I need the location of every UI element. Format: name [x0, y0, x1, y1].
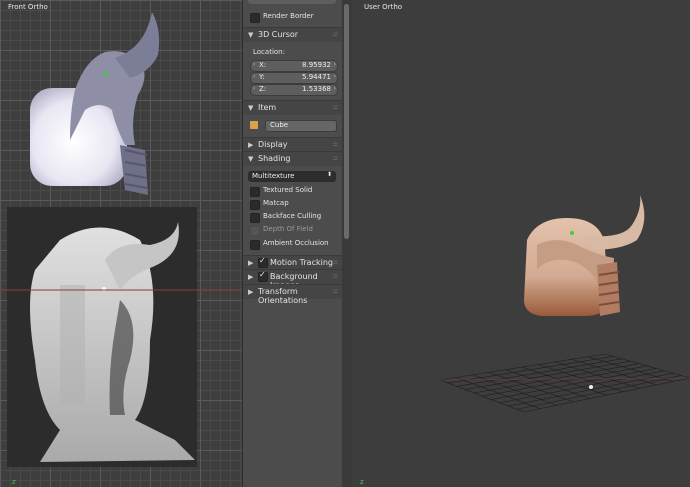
section-3d-cursor[interactable]: ▼ 3D Cursor ::::: [243, 27, 343, 42]
drag-grip-icon[interactable]: ::::: [333, 155, 338, 162]
viewport-user-ortho[interactable]: User Ortho z: [352, 0, 690, 487]
user-ortho-scene: [438, 195, 690, 413]
section-title: Display: [258, 140, 288, 149]
expand-triangle-icon: ▶: [248, 259, 254, 267]
drag-grip-icon[interactable]: ::::: [333, 273, 338, 280]
option-label: Backface Culling: [263, 212, 322, 220]
section-title: Shading: [258, 154, 291, 163]
drag-grip-icon[interactable]: ::::: [333, 259, 338, 266]
shading-option-row[interactable]: Textured Solid: [243, 184, 343, 198]
textured-solid-checkbox[interactable]: [250, 187, 260, 197]
object-name-field[interactable]: Cube: [265, 120, 337, 132]
cursor-y-field[interactable]: ‹ Y: 5.94471 ›: [250, 72, 338, 84]
horn-mesh: [582, 195, 645, 250]
cube-icon: [250, 121, 258, 129]
item-name-row: Cube: [243, 119, 343, 133]
floor-grid: [438, 353, 690, 413]
render-border-checkbox[interactable]: [250, 13, 260, 23]
expand-triangle-icon: ▶: [248, 273, 254, 281]
axis-indicator: z: [12, 478, 16, 486]
option-label: Ambient Occlusion: [263, 239, 329, 247]
depth-of-field-checkbox: [250, 226, 260, 236]
matcap-checkbox[interactable]: [250, 200, 260, 210]
location-label: Location:: [253, 48, 285, 56]
collapse-triangle-icon: ▼: [248, 155, 254, 163]
section-display[interactable]: ▶ Display ::::: [243, 137, 343, 152]
cursor-marker: [570, 231, 574, 235]
option-label: Matcap: [263, 199, 289, 207]
location-label-row: Location:: [243, 46, 343, 60]
section-title: Motion Tracking: [270, 258, 333, 267]
backface-culling-checkbox[interactable]: [250, 213, 260, 223]
cursor-marker: [104, 72, 108, 76]
properties-panel: Render Border ▼ 3D Cursor :::: Location:…: [242, 0, 343, 487]
section-title: Item: [258, 103, 277, 112]
ambient-occlusion-checkbox[interactable]: [250, 240, 260, 250]
render-border-row[interactable]: Render Border: [243, 10, 343, 24]
section-background-images[interactable]: ▶ Background Images ::::: [243, 269, 343, 290]
section-item[interactable]: ▼ Item ::::: [243, 100, 343, 115]
section-shading[interactable]: ▼ Shading ::::: [243, 151, 343, 166]
collapse-triangle-icon: ▼: [248, 31, 254, 39]
cursor-x-field[interactable]: ‹ X: 8.95932 ›: [250, 60, 338, 72]
option-label: Depth Of Field: [263, 225, 313, 233]
shading-option-row: Depth Of Field: [243, 223, 343, 237]
expand-triangle-icon: ▶: [248, 288, 254, 296]
panel-scrollbar[interactable]: [342, 0, 352, 487]
viewport-front-ortho[interactable]: Front Ortho z: [0, 0, 242, 487]
option-label: Textured Solid: [263, 186, 313, 194]
collapse-triangle-icon: ▼: [248, 104, 254, 112]
drag-grip-icon[interactable]: ::::: [333, 31, 338, 38]
front-ortho-scene: [0, 12, 242, 467]
drag-grip-icon[interactable]: ::::: [333, 141, 338, 148]
dropdown-arrow-icon: ⬍: [326, 171, 332, 178]
section-motion-tracking[interactable]: ▶ Motion Tracking ::::: [243, 255, 343, 270]
top-search-field[interactable]: [248, 0, 336, 4]
shading-option-row[interactable]: Backface Culling: [243, 210, 343, 224]
cursor-z-field[interactable]: ‹ Z: 1.53368 ›: [250, 84, 338, 96]
drag-grip-icon[interactable]: ::::: [333, 104, 338, 111]
shading-mode-dropdown[interactable]: Multitexture ⬍: [248, 171, 336, 182]
section-title: 3D Cursor: [258, 30, 299, 39]
background-images-checkbox[interactable]: [258, 270, 268, 282]
axis-indicator: z: [360, 478, 364, 486]
render-border-label: Render Border: [263, 12, 314, 20]
shading-option-row[interactable]: Ambient Occlusion: [243, 237, 343, 251]
scrollbar-thumb[interactable]: [344, 4, 349, 239]
drag-grip-icon[interactable]: ::::: [333, 288, 338, 295]
shading-option-row[interactable]: Matcap: [243, 197, 343, 211]
expand-triangle-icon: ▶: [248, 141, 254, 149]
section-title: Transform Orientations: [258, 287, 308, 305]
motion-tracking-checkbox[interactable]: [258, 256, 268, 268]
section-transform-orientations[interactable]: ▶ Transform Orientations ::::: [243, 284, 343, 305]
